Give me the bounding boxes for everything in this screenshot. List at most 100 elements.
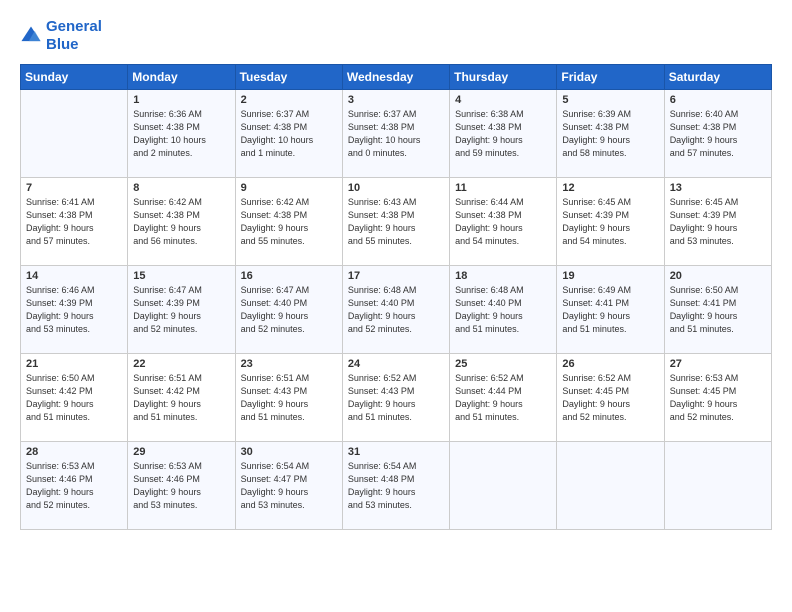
day-info: Sunrise: 6:54 AM Sunset: 4:47 PM Dayligh… [241,460,337,512]
day-info: Sunrise: 6:47 AM Sunset: 4:39 PM Dayligh… [133,284,229,336]
header: General Blue [20,18,772,54]
day-cell: 31 Sunrise: 6:54 AM Sunset: 4:48 PM Dayli… [342,442,449,530]
day-cell: 9 Sunrise: 6:42 AM Sunset: 4:38 PM Daylig… [235,178,342,266]
day-cell: 5 Sunrise: 6:39 AM Sunset: 4:38 PM Daylig… [557,90,664,178]
header-cell-friday: Friday [557,65,664,90]
day-info: Sunrise: 6:38 AM Sunset: 4:38 PM Dayligh… [455,108,551,160]
day-number: 6 [670,94,766,106]
header-cell-thursday: Thursday [450,65,557,90]
day-cell: 11Sunrise: 6:44 AM Sunset: 4:38 PM Dayli… [450,178,557,266]
day-info: Sunrise: 6:37 AM Sunset: 4:38 PM Dayligh… [241,108,337,160]
day-info: Sunrise: 6:50 AM Sunset: 4:42 PM Dayligh… [26,372,122,424]
day-cell: 25 Sunrise: 6:52 AM Sunset: 4:44 PM Dayli… [450,354,557,442]
day-cell: 29 Sunrise: 6:53 AM Sunset: 4:46 PM Dayli… [128,442,235,530]
day-number: 16 [241,270,337,282]
day-info: Sunrise: 6:51 AM Sunset: 4:43 PM Dayligh… [241,372,337,424]
day-cell: 2 Sunrise: 6:37 AM Sunset: 4:38 PM Daylig… [235,90,342,178]
week-row-5: 28 Sunrise: 6:53 AM Sunset: 4:46 PM Dayli… [21,442,772,530]
day-cell: 14 Sunrise: 6:46 AM Sunset: 4:39 PM Dayli… [21,266,128,354]
day-info: Sunrise: 6:52 AM Sunset: 4:45 PM Dayligh… [562,372,658,424]
day-cell: 28 Sunrise: 6:53 AM Sunset: 4:46 PM Dayli… [21,442,128,530]
day-info: Sunrise: 6:52 AM Sunset: 4:44 PM Dayligh… [455,372,551,424]
day-number: 2 [241,94,337,106]
day-info: Sunrise: 6:46 AM Sunset: 4:39 PM Dayligh… [26,284,122,336]
day-number: 7 [26,182,122,194]
day-cell: 13 Sunrise: 6:45 AM Sunset: 4:39 PM Dayli… [664,178,771,266]
day-cell: 26 Sunrise: 6:52 AM Sunset: 4:45 PM Dayli… [557,354,664,442]
day-info: Sunrise: 6:45 AM Sunset: 4:39 PM Dayligh… [670,196,766,248]
header-cell-saturday: Saturday [664,65,771,90]
day-info: Sunrise: 6:53 AM Sunset: 4:45 PM Dayligh… [670,372,766,424]
week-row-2: 7Sunrise: 6:41 AM Sunset: 4:38 PM Daylig… [21,178,772,266]
day-info: Sunrise: 6:36 AM Sunset: 4:38 PM Dayligh… [133,108,229,160]
day-cell: 1 Sunrise: 6:36 AM Sunset: 4:38 PM Daylig… [128,90,235,178]
week-row-4: 21 Sunrise: 6:50 AM Sunset: 4:42 PM Dayli… [21,354,772,442]
day-cell: 12 Sunrise: 6:45 AM Sunset: 4:39 PM Dayli… [557,178,664,266]
day-number: 19 [562,270,658,282]
day-number: 20 [670,270,766,282]
day-number: 10 [348,182,444,194]
day-number: 5 [562,94,658,106]
day-cell: 8 Sunrise: 6:42 AM Sunset: 4:38 PM Daylig… [128,178,235,266]
day-cell: 30 Sunrise: 6:54 AM Sunset: 4:47 PM Dayli… [235,442,342,530]
logo: General Blue [20,18,102,54]
day-number: 1 [133,94,229,106]
day-number: 21 [26,358,122,370]
day-number: 9 [241,182,337,194]
day-cell: 27Sunrise: 6:53 AM Sunset: 4:45 PM Dayli… [664,354,771,442]
day-number: 31 [348,446,444,458]
day-info: Sunrise: 6:39 AM Sunset: 4:38 PM Dayligh… [562,108,658,160]
day-number: 22 [133,358,229,370]
day-info: Sunrise: 6:45 AM Sunset: 4:39 PM Dayligh… [562,196,658,248]
day-info: Sunrise: 6:53 AM Sunset: 4:46 PM Dayligh… [26,460,122,512]
day-info: Sunrise: 6:47 AM Sunset: 4:40 PM Dayligh… [241,284,337,336]
day-number: 26 [562,358,658,370]
day-cell: 7Sunrise: 6:41 AM Sunset: 4:38 PM Daylig… [21,178,128,266]
day-number: 25 [455,358,551,370]
day-cell: 21 Sunrise: 6:50 AM Sunset: 4:42 PM Dayli… [21,354,128,442]
day-info: Sunrise: 6:42 AM Sunset: 4:38 PM Dayligh… [241,196,337,248]
day-cell: 15Sunrise: 6:47 AM Sunset: 4:39 PM Dayli… [128,266,235,354]
day-number: 29 [133,446,229,458]
day-number: 11 [455,182,551,194]
day-info: Sunrise: 6:52 AM Sunset: 4:43 PM Dayligh… [348,372,444,424]
day-cell: 10 Sunrise: 6:43 AM Sunset: 4:38 PM Dayli… [342,178,449,266]
day-cell: 20 Sunrise: 6:50 AM Sunset: 4:41 PM Dayli… [664,266,771,354]
day-info: Sunrise: 6:43 AM Sunset: 4:38 PM Dayligh… [348,196,444,248]
day-info: Sunrise: 6:48 AM Sunset: 4:40 PM Dayligh… [455,284,551,336]
logo-icon [20,25,42,47]
day-number: 14 [26,270,122,282]
day-number: 17 [348,270,444,282]
day-info: Sunrise: 6:53 AM Sunset: 4:46 PM Dayligh… [133,460,229,512]
calendar-table: SundayMondayTuesdayWednesdayThursdayFrid… [20,64,772,530]
day-number: 28 [26,446,122,458]
day-cell: 6 Sunrise: 6:40 AM Sunset: 4:38 PM Daylig… [664,90,771,178]
day-number: 24 [348,358,444,370]
day-cell: 22 Sunrise: 6:51 AM Sunset: 4:42 PM Dayli… [128,354,235,442]
day-cell: 16 Sunrise: 6:47 AM Sunset: 4:40 PM Dayli… [235,266,342,354]
day-number: 3 [348,94,444,106]
day-cell: 18 Sunrise: 6:48 AM Sunset: 4:40 PM Dayli… [450,266,557,354]
logo-text: General Blue [46,18,102,54]
day-info: Sunrise: 6:54 AM Sunset: 4:48 PM Dayligh… [348,460,444,512]
day-info: Sunrise: 6:50 AM Sunset: 4:41 PM Dayligh… [670,284,766,336]
day-number: 18 [455,270,551,282]
day-number: 4 [455,94,551,106]
day-cell [450,442,557,530]
day-number: 13 [670,182,766,194]
week-row-3: 14 Sunrise: 6:46 AM Sunset: 4:39 PM Dayli… [21,266,772,354]
day-info: Sunrise: 6:51 AM Sunset: 4:42 PM Dayligh… [133,372,229,424]
header-cell-tuesday: Tuesday [235,65,342,90]
day-number: 12 [562,182,658,194]
header-cell-monday: Monday [128,65,235,90]
day-cell: 23Sunrise: 6:51 AM Sunset: 4:43 PM Dayli… [235,354,342,442]
day-number: 30 [241,446,337,458]
week-row-1: 1 Sunrise: 6:36 AM Sunset: 4:38 PM Daylig… [21,90,772,178]
header-row: SundayMondayTuesdayWednesdayThursdayFrid… [21,65,772,90]
day-cell: 24 Sunrise: 6:52 AM Sunset: 4:43 PM Dayli… [342,354,449,442]
day-number: 8 [133,182,229,194]
day-cell [557,442,664,530]
day-info: Sunrise: 6:42 AM Sunset: 4:38 PM Dayligh… [133,196,229,248]
day-cell: 3Sunrise: 6:37 AM Sunset: 4:38 PM Daylig… [342,90,449,178]
day-info: Sunrise: 6:40 AM Sunset: 4:38 PM Dayligh… [670,108,766,160]
